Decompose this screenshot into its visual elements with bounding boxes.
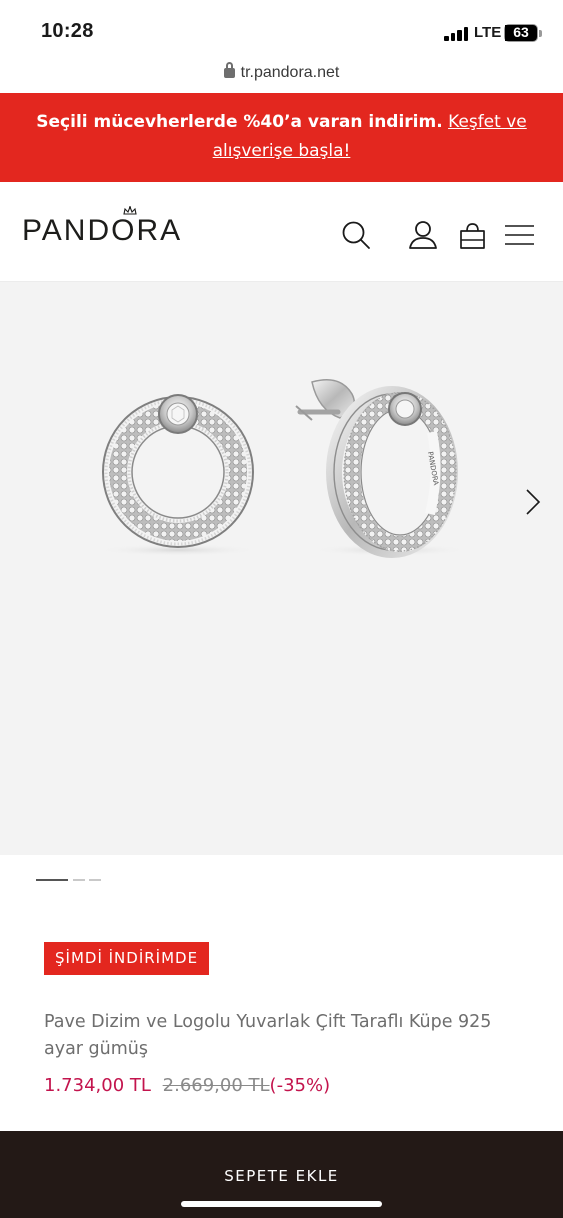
price-current: 1.734,00 TL	[44, 1075, 151, 1096]
battery-percent: 63	[513, 24, 529, 40]
address-bar[interactable]: tr.pandora.net	[0, 62, 563, 82]
menu-icon[interactable]	[505, 224, 534, 246]
signal-icon	[444, 27, 470, 41]
shopping-bag-icon[interactable]	[459, 222, 486, 250]
price-discount: (-35%)	[269, 1075, 331, 1096]
site-header: PANDORA	[0, 182, 563, 282]
crown-icon	[123, 206, 137, 215]
promo-banner: Seçili mücevherlerde %40’a varan indirim…	[0, 93, 563, 182]
lock-icon	[223, 62, 235, 78]
network-label: LTE	[474, 24, 502, 41]
earrings-product-image: PANDORA	[98, 379, 468, 558]
product-image-gallery[interactable]: PANDORA	[0, 282, 563, 855]
account-icon[interactable]	[408, 220, 438, 250]
carousel-dot[interactable]	[73, 879, 85, 881]
product-title: Pave Dizim ve Logolu Yuvarlak Çift Taraf…	[44, 1012, 492, 1059]
url-text: tr.pandora.net	[240, 64, 340, 81]
price-old: 2.669,00 TL	[162, 1075, 270, 1096]
pandora-logo[interactable]: PANDORA	[22, 214, 182, 248]
status-bar: 10:28 LTE 63	[0, 0, 563, 62]
status-time: 10:28	[41, 20, 94, 42]
add-to-cart-label: SEPETE EKLE	[224, 1167, 339, 1185]
carousel-dot-active[interactable]	[36, 879, 68, 881]
carousel-dot[interactable]	[89, 879, 101, 881]
search-icon[interactable]	[341, 220, 371, 250]
chevron-right-icon[interactable]	[525, 488, 541, 516]
price-row: 1.734,00 TL 2.669,00 TL(-35%)	[44, 1075, 330, 1096]
promo-text: Seçili mücevherlerde %40’a varan indirim…	[36, 112, 443, 132]
sale-badge: ŞİMDİ İNDİRİMDE	[44, 942, 210, 975]
home-indicator	[181, 1201, 382, 1207]
battery-icon: 63	[504, 24, 538, 42]
